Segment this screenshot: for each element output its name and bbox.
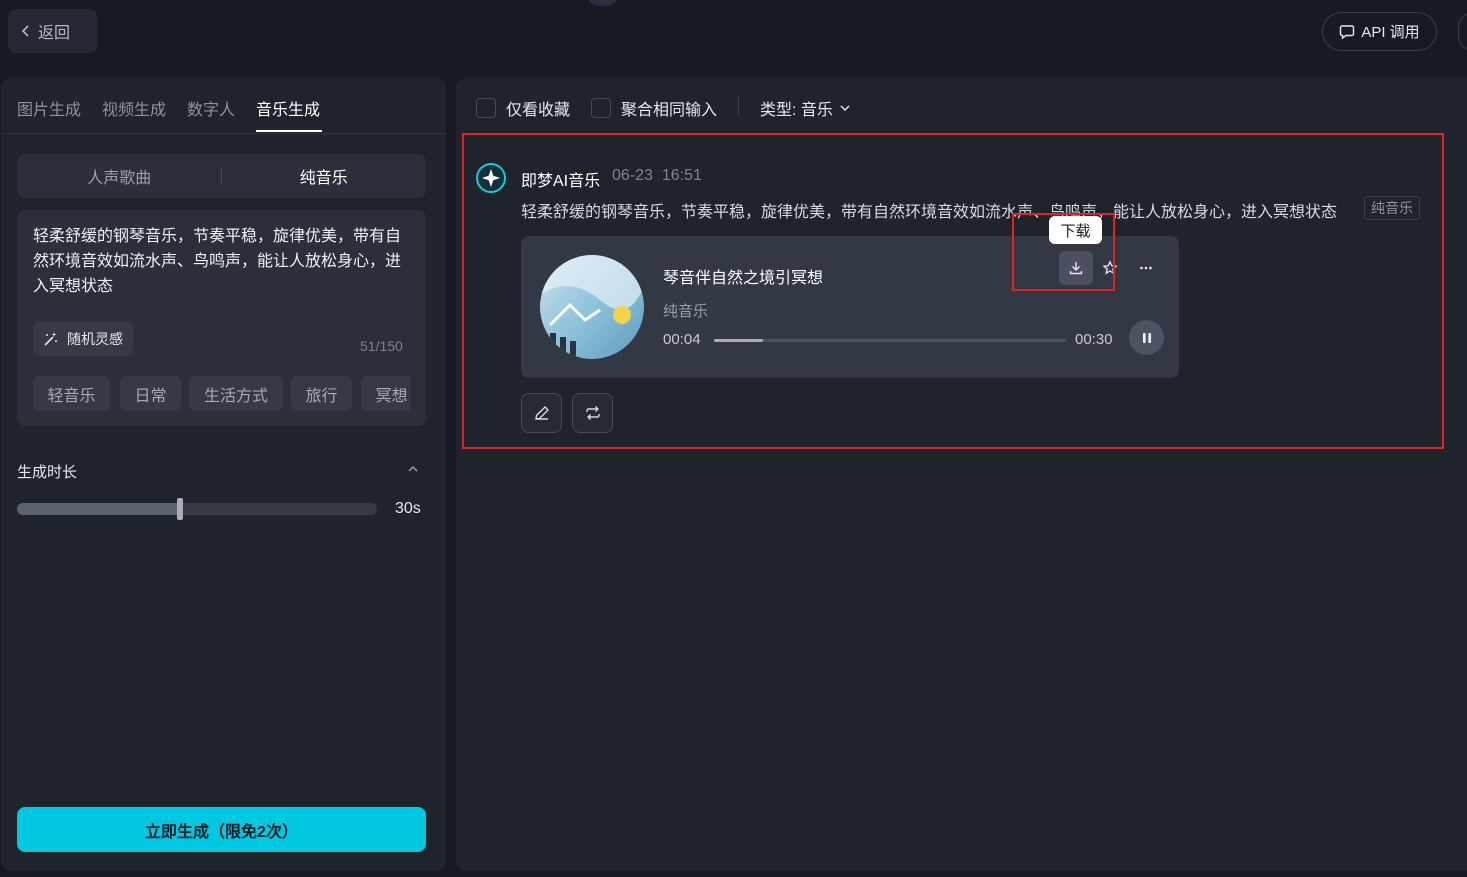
highlight-result-box: [462, 133, 1444, 449]
tab-video-generation[interactable]: 视频生成: [102, 96, 166, 120]
random-inspiration-label: 随机灵感: [67, 331, 123, 347]
tag-chips: 轻音乐 日常 生活方式 旅行 冥想: [33, 376, 410, 412]
merge-label: 聚合相同输入: [621, 102, 718, 119]
type-label: 类型: 音乐: [760, 102, 833, 119]
duration-slider-thumb[interactable]: [177, 498, 183, 520]
chat-icon: [1340, 24, 1355, 39]
tab-music-generation[interactable]: 音乐生成: [256, 96, 320, 120]
tag-chip[interactable]: 日常: [120, 376, 181, 411]
tab-image-generation[interactable]: 图片生成: [17, 96, 81, 120]
duration-value: 30s: [395, 500, 421, 517]
duration-title: 生成时长: [17, 464, 78, 481]
chevron-left-icon: [21, 25, 29, 37]
generate-button[interactable]: 立即生成（限免2次）: [17, 807, 426, 852]
chevron-down-icon: [840, 105, 850, 112]
chevron-up-icon[interactable]: [406, 462, 420, 476]
favorites-checkbox[interactable]: [476, 98, 496, 118]
type-dropdown[interactable]: 类型: 音乐: [760, 96, 851, 120]
tab-digital-human[interactable]: 数字人: [187, 96, 235, 120]
api-button[interactable]: API 调用: [1322, 12, 1437, 51]
tag-chip[interactable]: 旅行: [291, 376, 352, 411]
left-panel: 图片生成 视频生成 数字人 音乐生成 人声歌曲 纯音乐 轻柔舒缓的钢琴音乐，节奏…: [1, 78, 446, 871]
corner-button[interactable]: [1458, 12, 1467, 51]
prompt-box[interactable]: 轻柔舒缓的钢琴音乐，节奏平稳，旋律优美，带有自然环境音效如流水声、鸟鸣声，能让人…: [17, 210, 426, 426]
back-label: 返回: [38, 25, 71, 42]
char-counter: 51/150: [360, 338, 403, 354]
top-indicator: [588, 0, 618, 6]
favorites-filter[interactable]: 仅看收藏: [476, 96, 570, 120]
random-inspiration-button[interactable]: 随机灵感: [33, 322, 133, 356]
back-button[interactable]: 返回: [8, 9, 97, 53]
generation-tabs: 图片生成 视频生成 数字人 音乐生成: [1, 78, 446, 134]
tag-chip[interactable]: 冥想: [361, 376, 410, 411]
tag-chip[interactable]: 生活方式: [189, 376, 283, 411]
mode-switch: 人声歌曲 纯音乐: [17, 154, 426, 198]
mode-vocal-song[interactable]: 人声歌曲: [17, 164, 222, 188]
active-tab-indicator: [256, 130, 322, 132]
prompt-text[interactable]: 轻柔舒缓的钢琴音乐，节奏平稳，旋律优美，带有自然环境音效如流水声、鸟鸣声，能让人…: [33, 224, 413, 299]
tag-chip[interactable]: 轻音乐: [33, 376, 110, 411]
duration-slider-track[interactable]: [17, 503, 377, 515]
merge-filter[interactable]: 聚合相同输入: [591, 96, 717, 120]
favorites-label: 仅看收藏: [506, 102, 571, 119]
mode-divider: [221, 168, 222, 184]
mode-instrumental[interactable]: 纯音乐: [222, 164, 427, 188]
magic-wand-icon: [44, 332, 57, 346]
highlight-download-box: [1012, 213, 1115, 291]
duration-slider-fill: [17, 503, 179, 515]
merge-checkbox[interactable]: [591, 98, 611, 118]
filter-divider: [738, 96, 739, 116]
top-bar: 返回 API 调用: [0, 0, 1467, 78]
api-label: API 调用: [1361, 24, 1420, 41]
